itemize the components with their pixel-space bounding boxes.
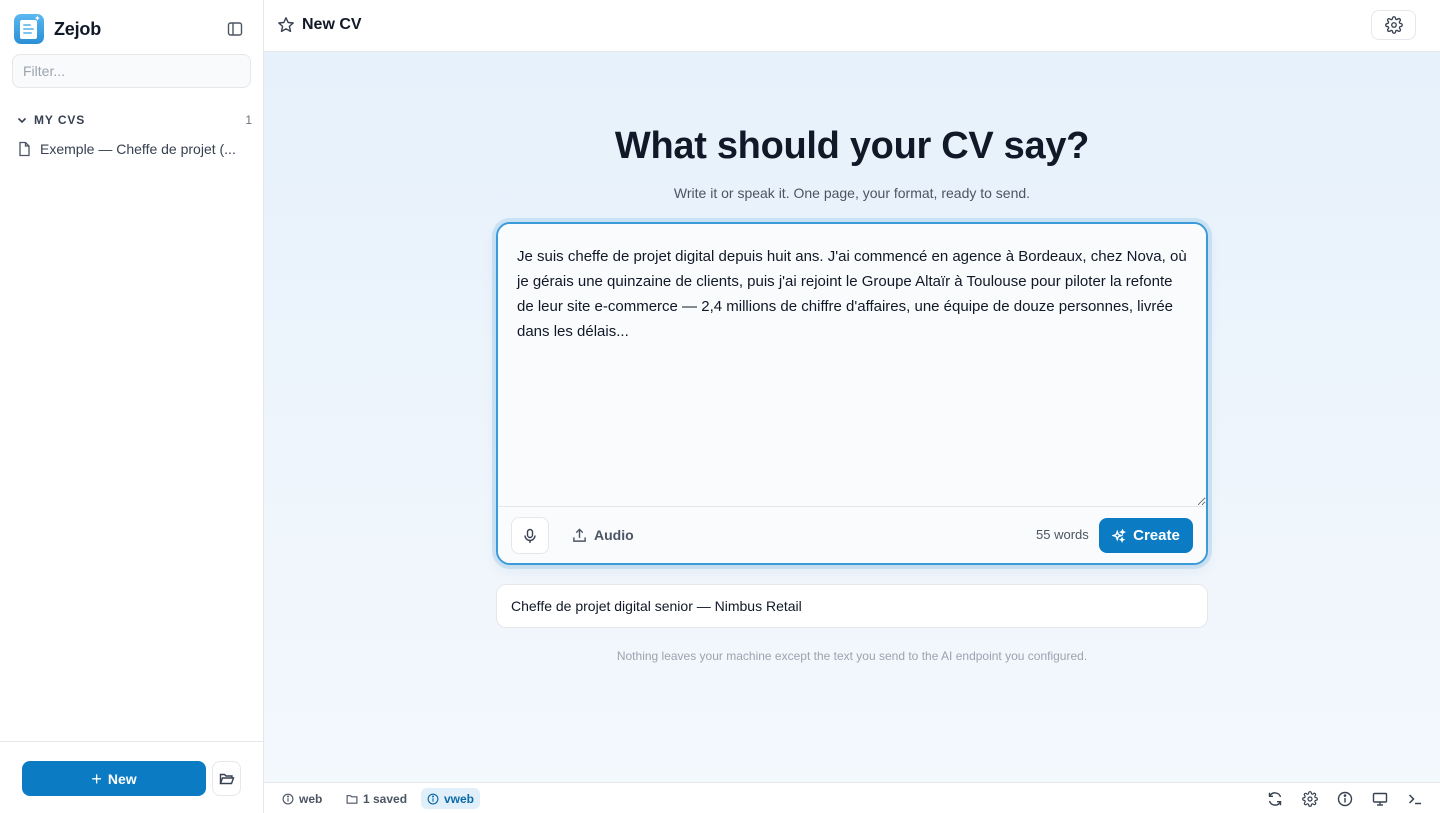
word-count: 55 words: [1036, 527, 1089, 542]
status-chip-label: vweb: [444, 791, 475, 806]
section-title: MY CVS: [34, 113, 86, 127]
page-title: New CV: [302, 16, 362, 33]
create-label: Create: [1133, 527, 1180, 544]
sidebar-footer: + New: [0, 741, 263, 813]
status-chip-web[interactable]: web: [276, 788, 328, 809]
status-bar: web 1 saved vweb: [264, 782, 1440, 813]
upload-audio-label: Audio: [594, 527, 634, 543]
hero-subtitle: Write it or speak it. One page, your for…: [673, 185, 1031, 201]
section-count: 1: [245, 113, 252, 127]
brand[interactable]: ✦ Zejob: [14, 14, 101, 44]
settings-button[interactable]: [1371, 10, 1416, 40]
info-icon: [282, 793, 294, 804]
info-icon[interactable]: [1336, 790, 1354, 808]
file-icon: [19, 141, 30, 157]
chevron-down-icon: [17, 117, 27, 124]
status-chip-version[interactable]: vweb: [421, 788, 481, 809]
hero-title: What should your CV say?: [614, 125, 1090, 167]
sidebar-item-label: Exemple — Cheffe de projet (...: [40, 141, 236, 157]
upload-audio-button[interactable]: Audio: [572, 521, 634, 549]
info-icon: [427, 793, 439, 804]
new-cv-label: New: [107, 770, 137, 787]
gear-icon: [1384, 16, 1403, 34]
microphone-icon: [524, 528, 536, 543]
gear-icon[interactable]: [1301, 790, 1319, 808]
cv-prompt-textarea[interactable]: Je suis cheffe de projet digital depuis …: [498, 224, 1206, 506]
terminal-icon[interactable]: [1406, 790, 1424, 808]
folder-open-icon: [219, 773, 234, 784]
refresh-icon[interactable]: [1266, 790, 1284, 808]
section-my-cvs[interactable]: MY CVS 1: [16, 111, 252, 129]
status-chip-saved[interactable]: 1 saved: [340, 788, 413, 809]
plus-icon: +: [91, 768, 102, 789]
sidebar-toggle-icon[interactable]: [224, 18, 246, 40]
app-logo: ✦: [14, 14, 44, 44]
open-folder-button[interactable]: [212, 761, 241, 796]
status-chip-label: web: [299, 791, 323, 806]
top-bar: New CV: [264, 0, 1440, 52]
privacy-note: Nothing leaves your machine except the t…: [616, 649, 1088, 663]
status-chip-label: 1 saved: [363, 791, 408, 806]
microphone-button[interactable]: [511, 517, 549, 554]
monitor-icon[interactable]: [1371, 790, 1389, 808]
target-job-input[interactable]: [496, 584, 1208, 628]
star-icon[interactable]: [277, 16, 295, 34]
sidebar-item-cv[interactable]: Exemple — Cheffe de projet (...: [16, 138, 252, 160]
app-name: Zejob: [54, 18, 101, 39]
main-content: What should your CV say? Write it or spe…: [264, 52, 1440, 782]
composer-toolbar: Audio 55 words Create: [498, 506, 1206, 563]
sparkles-icon: [1112, 528, 1127, 543]
sidebar: ✦ Zejob MY CVS 1 Exemple — Cheffe de pro…: [0, 0, 264, 813]
create-button[interactable]: Create: [1099, 518, 1193, 553]
filter-input[interactable]: [12, 54, 251, 88]
folder-icon: [346, 794, 358, 804]
upload-icon: [573, 527, 586, 542]
new-cv-button[interactable]: + New: [22, 761, 206, 796]
cv-composer: Je suis cheffe de projet digital depuis …: [496, 222, 1208, 565]
